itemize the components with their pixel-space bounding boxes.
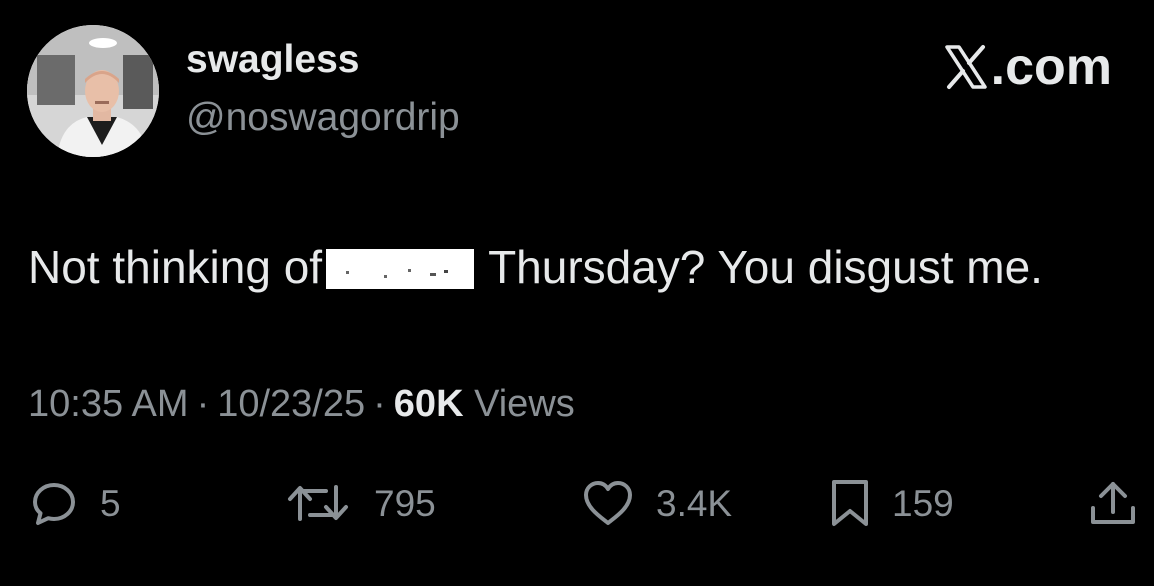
redacted-region (326, 249, 475, 289)
tweet-time[interactable]: 10:35 AM (28, 383, 189, 425)
author-handle[interactable]: @noswagordrip (186, 98, 460, 137)
meta-separator: · (373, 383, 386, 425)
share-icon (1088, 478, 1138, 528)
brand-watermark: .com (943, 38, 1112, 93)
repost-button[interactable]: 795 (284, 479, 436, 527)
reply-button[interactable]: 5 (30, 479, 121, 527)
share-button[interactable] (1088, 479, 1138, 527)
tweet-text-after: Thursday? You disgust me. (488, 241, 1043, 293)
like-count: 3.4K (656, 482, 733, 524)
avatar-image (27, 25, 159, 157)
reply-icon (30, 479, 78, 527)
brand-label: .com (990, 38, 1112, 96)
repost-icon (284, 479, 352, 527)
like-button[interactable]: 3.4K (582, 479, 732, 527)
author-display-name[interactable]: swagless (186, 40, 359, 79)
tweet-text: Not thinking of Thursday? You disgust me… (28, 243, 1043, 290)
tweet-date[interactable]: 10/23/25 (217, 383, 365, 425)
views-count: 60K (393, 383, 464, 425)
bookmark-button[interactable]: 159 (830, 479, 954, 527)
x-logo-icon (943, 44, 989, 90)
tweet-meta: 10:35 AM · 10/23/25 · 60K Views (28, 385, 575, 423)
tweet-text-before: Not thinking of (28, 241, 323, 293)
avatar[interactable] (27, 25, 159, 157)
reply-count: 5 (100, 482, 121, 524)
repost-count: 795 (374, 482, 436, 524)
bookmark-count: 159 (892, 482, 954, 524)
meta-separator: · (196, 383, 210, 425)
views-label: Views (474, 383, 575, 425)
heart-icon (582, 479, 634, 527)
bookmark-icon (830, 478, 870, 528)
